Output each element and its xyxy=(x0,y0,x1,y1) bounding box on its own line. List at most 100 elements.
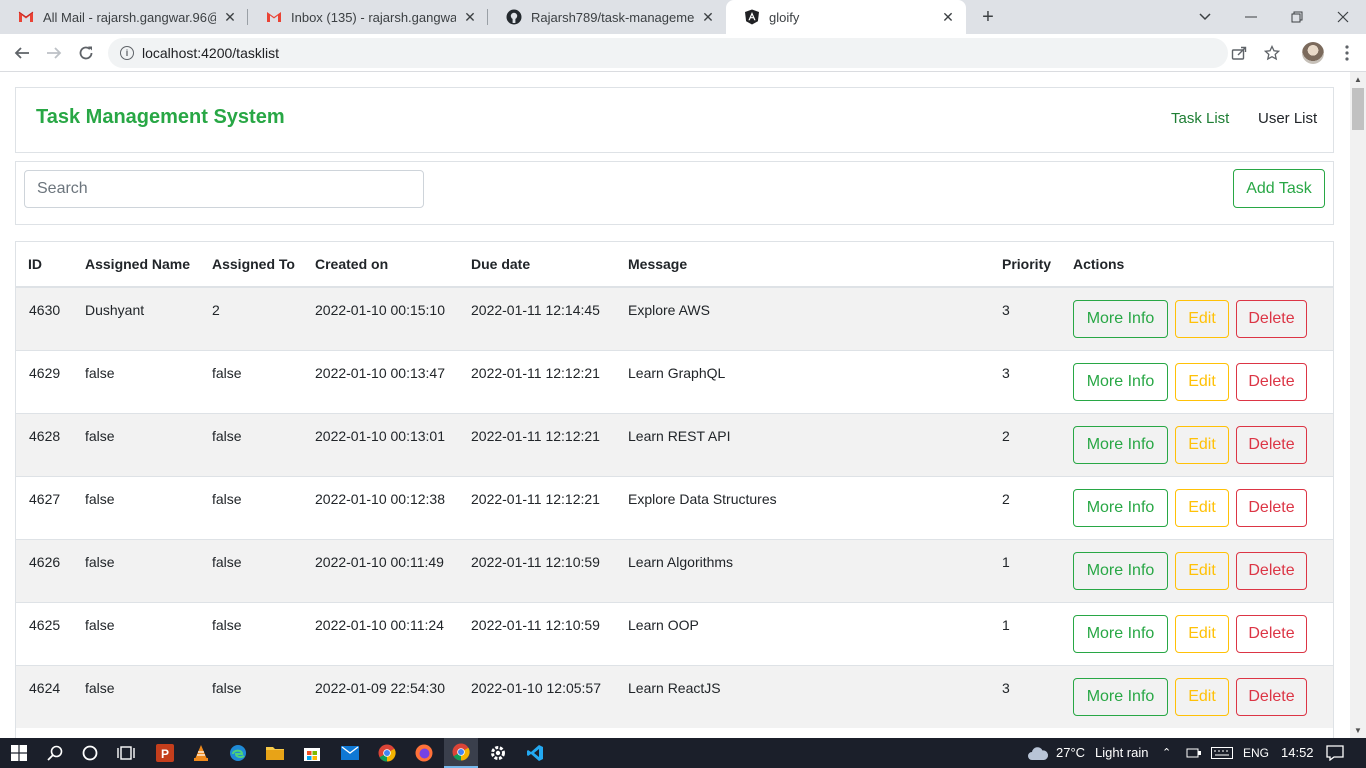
cell-assigned-to: false xyxy=(212,553,242,570)
close-window-button[interactable] xyxy=(1320,0,1366,34)
browser-tab-active[interactable]: gloify ✕ xyxy=(726,0,966,34)
table-row: 4629 false false 2022-01-10 00:13:47 2022-01… xyxy=(16,350,1333,413)
task-view-icon[interactable] xyxy=(115,742,137,764)
keyboard-icon[interactable] xyxy=(1209,742,1235,764)
edit-button[interactable]: Edit xyxy=(1175,425,1229,464)
vlc-icon[interactable] xyxy=(190,742,212,764)
weather-temp[interactable]: 27°C xyxy=(1056,745,1085,760)
back-icon[interactable] xyxy=(8,39,36,67)
browser-tab[interactable]: Inbox (135) - rajarsh.gangwar.97@gmail.c… xyxy=(248,0,488,34)
edit-button[interactable]: Edit xyxy=(1175,614,1229,653)
chrome-icon[interactable] xyxy=(376,742,398,764)
edit-button[interactable]: Edit xyxy=(1175,362,1229,401)
cell-assigned-name: false xyxy=(85,616,115,633)
delete-button[interactable]: Delete xyxy=(1236,300,1307,338)
cortana-icon[interactable] xyxy=(79,742,101,764)
store-icon[interactable] xyxy=(301,742,323,764)
powerpoint-icon[interactable]: P xyxy=(154,742,176,764)
clock-time[interactable]: 14:52 xyxy=(1281,745,1314,760)
cell-id: 4625 xyxy=(29,616,61,633)
edit-button[interactable]: Edit xyxy=(1175,300,1229,338)
scroll-up-arrow-icon[interactable]: ▲ xyxy=(1354,75,1362,84)
close-tab-icon[interactable]: ✕ xyxy=(700,9,716,25)
header-due-date: Due date xyxy=(471,242,628,288)
brand-title[interactable]: Task Management System xyxy=(36,106,285,129)
header-assigned-to: Assigned To xyxy=(212,242,315,288)
reload-icon[interactable] xyxy=(72,39,100,67)
firefox-icon[interactable] xyxy=(413,742,435,764)
more-info-button[interactable]: More Info xyxy=(1073,425,1168,464)
forward-icon[interactable] xyxy=(40,39,68,67)
vscode-icon[interactable] xyxy=(524,742,546,764)
table-row: 4630 Dushyant 2 2022-01-10 00:15:10 2022-01-… xyxy=(16,287,1333,350)
profile-avatar[interactable] xyxy=(1302,42,1324,64)
browser-menu-icon[interactable] xyxy=(1336,42,1358,64)
cell-assigned-to: false xyxy=(212,427,242,444)
cell-message: Learn ReactJS xyxy=(628,679,721,696)
cell-actions: More Info Edit Delete xyxy=(1073,665,1333,728)
search-input[interactable] xyxy=(24,170,424,208)
edit-button[interactable]: Edit xyxy=(1175,677,1229,716)
cell-assigned-to: false xyxy=(212,679,242,696)
more-info-button[interactable]: More Info xyxy=(1073,614,1168,653)
cell-due-date: 2022-01-11 12:10:59 xyxy=(471,553,600,570)
notifications-icon[interactable] xyxy=(1324,742,1346,764)
mail-icon[interactable] xyxy=(339,742,361,764)
address-bar[interactable]: i localhost:4200/tasklist xyxy=(108,38,1228,68)
more-info-button[interactable]: More Info xyxy=(1073,362,1168,401)
file-explorer-icon[interactable] xyxy=(264,742,286,764)
browser-tab[interactable]: All Mail - rajarsh.gangwar.96@gmail.com … xyxy=(0,0,248,34)
more-info-button[interactable]: More Info xyxy=(1073,677,1168,716)
close-tab-icon[interactable]: ✕ xyxy=(462,9,478,25)
edit-button[interactable]: Edit xyxy=(1175,488,1229,527)
delete-button[interactable]: Delete xyxy=(1236,677,1307,716)
tab-search-icon[interactable] xyxy=(1182,0,1228,34)
weather-cloud-icon[interactable] xyxy=(1026,742,1050,764)
scrollbar-thumb[interactable] xyxy=(1352,88,1364,130)
chrome-active-icon[interactable] xyxy=(444,738,478,768)
edge-icon[interactable] xyxy=(227,742,249,764)
gmail-icon xyxy=(266,9,282,25)
delete-button[interactable]: Delete xyxy=(1236,551,1307,590)
close-tab-icon[interactable]: ✕ xyxy=(940,9,956,25)
more-info-button[interactable]: More Info xyxy=(1073,551,1168,590)
cell-message: Learn REST API xyxy=(628,427,731,444)
restore-button[interactable] xyxy=(1274,0,1320,34)
cell-actions: More Info Edit Delete xyxy=(1073,287,1333,350)
edit-button[interactable]: Edit xyxy=(1175,551,1229,590)
settings-gear-icon[interactable] xyxy=(487,742,509,764)
more-info-button[interactable]: More Info xyxy=(1073,300,1168,338)
cell-due-date: 2022-01-11 12:14:45 xyxy=(471,302,600,318)
scroll-down-arrow-icon[interactable]: ▼ xyxy=(1354,726,1362,735)
share-icon[interactable] xyxy=(1228,42,1250,64)
table-row: 4626 false false 2022-01-10 00:11:49 2022-01… xyxy=(16,539,1333,602)
browser-tab-strip: All Mail - rajarsh.gangwar.96@gmail.com … xyxy=(0,0,1366,34)
header-message: Message xyxy=(628,242,1002,288)
page-scrollbar[interactable]: ▲ ▼ xyxy=(1350,72,1366,738)
more-info-button[interactable]: More Info xyxy=(1073,488,1168,527)
close-tab-icon[interactable]: ✕ xyxy=(222,9,238,25)
delete-button[interactable]: Delete xyxy=(1236,425,1307,464)
cell-created-on: 2022-01-10 00:11:49 xyxy=(315,553,444,570)
nav-link-task-list[interactable]: Task List xyxy=(1171,110,1229,127)
site-info-icon[interactable]: i xyxy=(120,46,134,60)
delete-button[interactable]: Delete xyxy=(1236,614,1307,653)
language-indicator[interactable]: ENG xyxy=(1243,746,1269,760)
cell-priority: 3 xyxy=(1002,679,1010,696)
delete-button[interactable]: Delete xyxy=(1236,488,1307,527)
bookmark-star-icon[interactable] xyxy=(1261,42,1283,64)
network-icon[interactable] xyxy=(1183,742,1205,764)
new-tab-button[interactable]: + xyxy=(976,5,1000,29)
nav-link-user-list[interactable]: User List xyxy=(1258,110,1317,127)
header-actions: Actions xyxy=(1073,242,1333,288)
search-icon[interactable] xyxy=(44,742,66,764)
cell-created-on: 2022-01-10 00:13:47 xyxy=(315,364,445,381)
browser-tab[interactable]: Rajarsh789/task-management-system ✕ xyxy=(488,0,726,34)
minimize-button[interactable] xyxy=(1228,0,1274,34)
chevron-up-icon[interactable]: ⌃ xyxy=(1162,746,1171,759)
delete-button[interactable]: Delete xyxy=(1236,362,1307,401)
windows-start-icon[interactable] xyxy=(8,742,30,764)
add-task-button[interactable]: Add Task xyxy=(1233,169,1325,208)
weather-condition[interactable]: Light rain xyxy=(1095,745,1148,760)
cell-actions: More Info Edit Delete xyxy=(1073,476,1333,539)
